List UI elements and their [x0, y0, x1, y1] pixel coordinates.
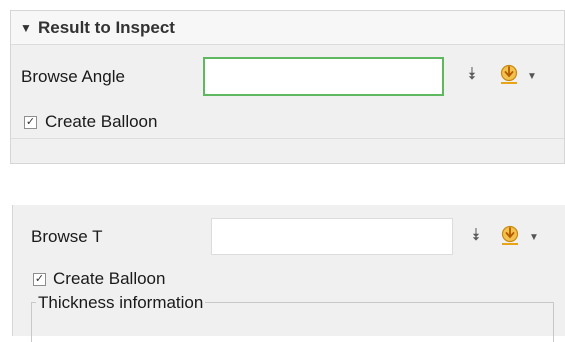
result-to-inspect-panel: ▼ Result to Inspect Browse Angle ⯯ ▼ ✓ C… — [10, 10, 565, 164]
expand-down-icon[interactable]: ⯯ — [467, 65, 477, 82]
create-balloon-checkbox[interactable]: ✓ — [33, 273, 46, 286]
browse-thickness-panel: Browse T ⯯ ▼ ✓ Create Balloon Thickness … — [12, 205, 565, 342]
checkmark-icon: ✓ — [25, 116, 36, 128]
create-balloon-label: Create Balloon — [45, 112, 158, 131]
browse-t-label: Browse T — [31, 227, 103, 246]
checkmark-icon: ✓ — [34, 273, 45, 285]
thickness-information-title: Thickness information — [36, 293, 206, 313]
browse-t-input[interactable] — [211, 218, 453, 255]
pick-icon[interactable] — [499, 63, 519, 85]
browse-angle-label: Browse Angle — [21, 67, 125, 86]
panel-title: Result to Inspect — [38, 18, 175, 37]
dropdown-arrow-icon[interactable]: ▼ — [527, 71, 537, 82]
dropdown-arrow-icon[interactable]: ▼ — [529, 232, 539, 243]
create-balloon-label: Create Balloon — [53, 269, 166, 288]
create-balloon-checkbox[interactable]: ✓ — [24, 116, 37, 129]
panel-divider — [11, 138, 564, 139]
browse-angle-input[interactable] — [203, 57, 444, 96]
expand-down-icon[interactable]: ⯯ — [471, 226, 481, 243]
collapse-triangle-icon[interactable]: ▼ — [20, 21, 32, 35]
pick-icon[interactable] — [500, 224, 520, 246]
panel-header[interactable]: ▼ Result to Inspect — [11, 11, 564, 45]
